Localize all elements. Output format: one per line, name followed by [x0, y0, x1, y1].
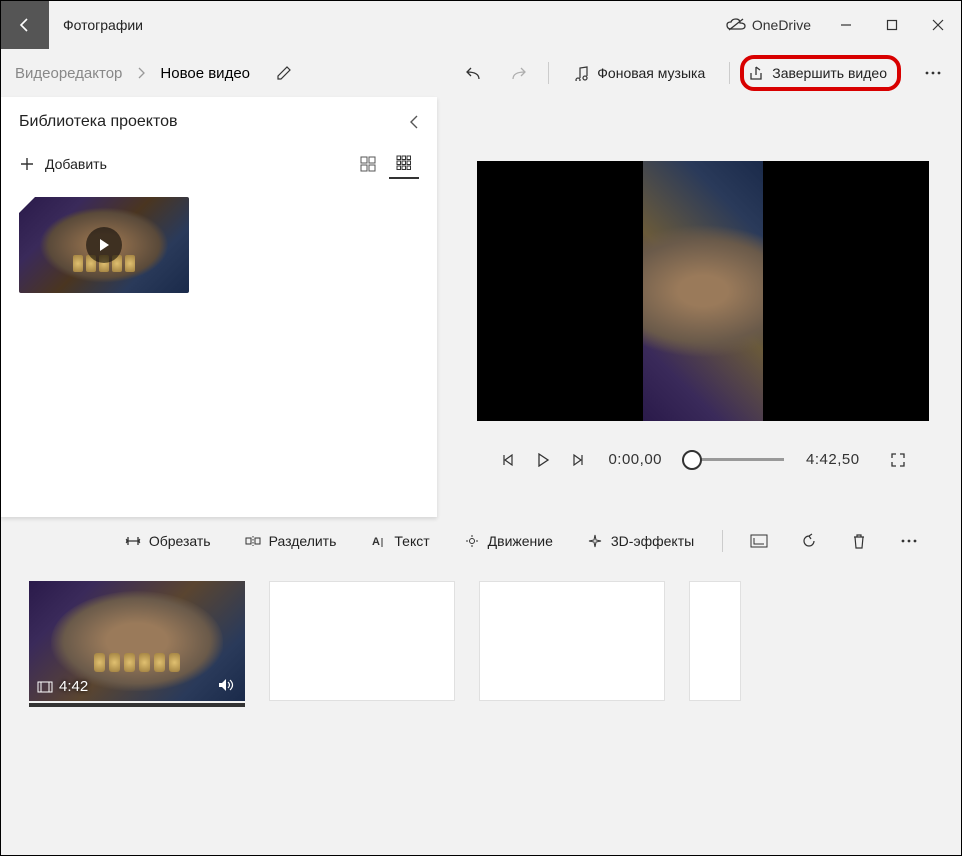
app-title: Фотографии: [49, 17, 157, 33]
split-label: Разделить: [269, 533, 337, 549]
breadcrumb-root[interactable]: Видеоредактор: [9, 65, 128, 82]
undo-button[interactable]: [454, 55, 494, 91]
separator: [729, 62, 730, 84]
total-time: 4:42,50: [806, 451, 860, 468]
library-title: Библиотека проектов: [19, 113, 178, 131]
music-icon: [573, 65, 589, 81]
onedrive-button[interactable]: OneDrive: [714, 17, 823, 33]
background-music-button[interactable]: Фоновая музыка: [559, 55, 719, 91]
add-media-button[interactable]: Добавить: [19, 152, 107, 176]
split-button[interactable]: Разделить: [233, 524, 349, 558]
storyboard-empty-slot[interactable]: [689, 581, 741, 701]
seek-slider[interactable]: [684, 458, 784, 461]
view-large-button[interactable]: [353, 149, 383, 179]
bg-music-label: Фоновая музыка: [597, 65, 705, 81]
clip-duration: 4:42: [59, 678, 88, 695]
collapse-library-button[interactable]: [409, 114, 419, 130]
export-icon: [748, 65, 764, 81]
fullscreen-button[interactable]: [890, 452, 906, 468]
clip-toolbar: Обрезать Разделить A Текст Движение 3D-э…: [1, 517, 961, 565]
storyboard-empty-slot[interactable]: [269, 581, 455, 701]
video-preview[interactable]: [477, 161, 929, 421]
svg-text:A: A: [372, 536, 380, 548]
rotate-button[interactable]: [789, 524, 829, 558]
onedrive-label: OneDrive: [752, 17, 811, 33]
motion-label: Движение: [488, 533, 553, 549]
aspect-ratio-button[interactable]: [739, 524, 779, 558]
maximize-button[interactable]: [869, 1, 915, 49]
motion-button[interactable]: Движение: [452, 524, 565, 558]
plus-icon: [19, 156, 35, 172]
library-media-item[interactable]: [19, 197, 189, 293]
play-icon: [86, 227, 122, 263]
next-frame-button[interactable]: [572, 453, 586, 467]
redo-button[interactable]: [498, 55, 538, 91]
text-icon: A: [370, 534, 386, 548]
volume-icon[interactable]: [217, 677, 235, 693]
finish-video-label: Завершить видео: [772, 65, 887, 81]
film-icon: [37, 681, 53, 693]
split-icon: [245, 535, 261, 547]
more-clip-button[interactable]: [889, 524, 929, 558]
storyboard: 4:42: [1, 565, 961, 745]
finish-video-button[interactable]: Завершить видео: [740, 55, 901, 91]
play-button[interactable]: [536, 453, 550, 467]
effects3d-label: 3D-эффекты: [611, 533, 694, 549]
add-label: Добавить: [45, 156, 107, 172]
seek-knob[interactable]: [682, 450, 702, 470]
storyboard-empty-slot[interactable]: [479, 581, 665, 701]
view-small-button[interactable]: [389, 149, 419, 179]
separator: [722, 530, 723, 552]
back-button[interactable]: [1, 1, 49, 49]
effects3d-button[interactable]: 3D-эффекты: [575, 524, 706, 558]
edit-name-button[interactable]: [266, 55, 302, 91]
delete-button[interactable]: [839, 524, 879, 558]
titlebar: Фотографии OneDrive: [1, 1, 961, 49]
motion-icon: [464, 533, 480, 549]
current-time: 0:00,00: [608, 451, 662, 468]
close-button[interactable]: [915, 1, 961, 49]
preview-area: 0:00,00 4:42,50: [437, 97, 953, 517]
storyboard-clip[interactable]: 4:42: [29, 581, 245, 701]
prev-frame-button[interactable]: [500, 453, 514, 467]
text-button[interactable]: A Текст: [358, 524, 441, 558]
trim-label: Обрезать: [149, 533, 211, 549]
project-name[interactable]: Новое видео: [156, 65, 254, 82]
minimize-button[interactable]: [823, 1, 869, 49]
trim-icon: [125, 535, 141, 547]
more-button[interactable]: [913, 55, 953, 91]
cloud-icon: [726, 18, 746, 32]
text-label: Текст: [394, 533, 429, 549]
separator: [548, 62, 549, 84]
project-library-panel: Библиотека проектов Добавить: [1, 97, 437, 517]
chevron-right-icon: [132, 67, 152, 79]
trim-button[interactable]: Обрезать: [113, 524, 223, 558]
sparkle-icon: [587, 533, 603, 549]
command-bar: Видеоредактор Новое видео Фоновая музыка…: [1, 49, 961, 97]
